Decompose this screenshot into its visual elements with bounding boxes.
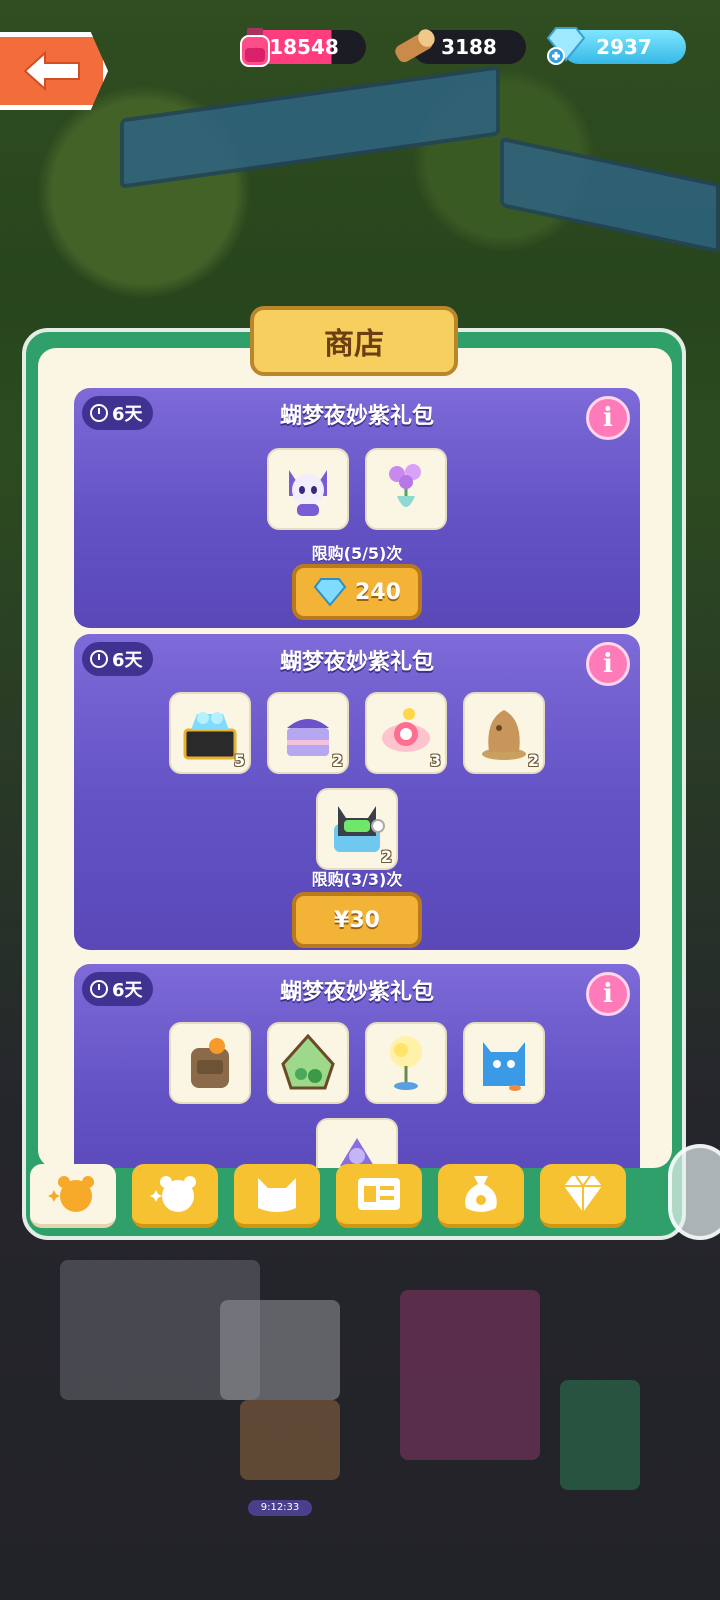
wood-value: 3188 — [441, 35, 497, 59]
purple-crystal-icon — [340, 1138, 374, 1166]
wood-log-icon — [395, 29, 435, 63]
money-bag-icon — [465, 1176, 497, 1212]
bear-sparkle-icon — [150, 1176, 196, 1212]
item-quantity: 3 — [429, 751, 441, 770]
gift-pack-card: 6天 蝴梦夜妙紫礼包 i — [74, 964, 640, 1168]
id-card-icon — [358, 1178, 400, 1210]
diamond-value: 2937 — [596, 35, 652, 59]
pack-items: 5 2 3 2 2 — [157, 692, 557, 870]
shop-panel: 6天 蝴梦夜妙紫礼包 i 限购(5/5)次 240 6天 蝴梦夜妙紫礼包 i 5… — [22, 328, 686, 1240]
diamond-icon — [313, 578, 347, 607]
purple-cat-doll-icon — [289, 470, 327, 516]
pack-item[interactable] — [463, 1022, 545, 1104]
tab-cat[interactable] — [234, 1164, 320, 1228]
glowing-tree-lamp-icon — [390, 1036, 422, 1090]
cat-face-icon — [258, 1178, 296, 1212]
pack-items — [157, 1022, 557, 1168]
item-quantity: 5 — [233, 751, 245, 770]
wood-counter[interactable]: 3188 — [395, 29, 526, 64]
price-label: 240 — [355, 579, 401, 605]
pack-item[interactable]: 2 — [267, 692, 349, 774]
potion-counter[interactable]: 18548 — [240, 28, 366, 67]
pack-title: 蝴梦夜妙紫礼包 — [279, 650, 434, 675]
back-arrow-icon — [23, 50, 80, 92]
purple-flower-vase-icon — [389, 464, 421, 507]
pack-item[interactable] — [365, 1022, 447, 1104]
pack-item[interactable] — [316, 1118, 398, 1168]
side-menu-button[interactable] — [668, 1144, 720, 1240]
info-button[interactable]: i — [586, 642, 630, 686]
potion-value: 18548 — [269, 35, 339, 59]
pack-item[interactable] — [267, 1022, 349, 1104]
world-timer: 9:12:33 — [248, 1500, 312, 1516]
pack-item[interactable]: 2 — [316, 788, 398, 870]
info-button[interactable]: i — [586, 972, 630, 1016]
back-button[interactable] — [0, 32, 108, 110]
pack-item[interactable] — [365, 448, 447, 530]
purchase-limit: 限购(3/3)次 — [311, 870, 403, 889]
shop-tab-bar — [30, 1164, 646, 1228]
pack-title: 蝴梦夜妙紫礼包 — [279, 980, 434, 1005]
pink-potion-icon — [240, 28, 270, 67]
green-terrarium-icon — [281, 1033, 335, 1090]
purchase-limit: 限购(5/5)次 — [311, 544, 403, 563]
tab-featured-bear[interactable] — [30, 1164, 116, 1228]
pack-title: 蝴梦夜妙紫礼包 — [279, 404, 434, 429]
tab-bag[interactable] — [438, 1164, 524, 1228]
diamond-icon — [564, 1175, 602, 1212]
pack-items — [74, 448, 640, 530]
diamond-counter[interactable]: 2937 — [546, 27, 686, 65]
blue-cat-box-icon — [483, 1042, 525, 1091]
info-button[interactable]: i — [586, 396, 630, 440]
buy-button[interactable]: ¥30 — [292, 892, 422, 948]
item-quantity: 2 — [380, 847, 392, 866]
shop-title: 商店 — [250, 306, 458, 376]
buy-button[interactable]: 240 — [292, 564, 422, 620]
tab-card[interactable] — [336, 1164, 422, 1228]
orange-backpack-icon — [191, 1038, 229, 1088]
pack-item[interactable] — [169, 1022, 251, 1104]
pack-item[interactable]: 3 — [365, 692, 447, 774]
item-quantity: 2 — [331, 751, 343, 770]
price-label: ¥30 — [334, 907, 380, 933]
pack-item[interactable] — [267, 448, 349, 530]
tab-bear[interactable] — [132, 1164, 218, 1228]
tab-diamond[interactable] — [540, 1164, 626, 1228]
item-quantity: 2 — [527, 751, 539, 770]
gift-pack-card: 6天 蝴梦夜妙紫礼包 i — [74, 388, 640, 628]
bear-sparkle-icon — [48, 1176, 94, 1212]
blue-diamond-plus-icon — [546, 27, 586, 65]
gift-pack-card: 6天 蝴梦夜妙紫礼包 i 5 2 3 2 2 限购(3/3)次 ¥30 — [74, 634, 640, 950]
shop-content: 6天 蝴梦夜妙紫礼包 i 限购(5/5)次 240 6天 蝴梦夜妙紫礼包 i 5… — [38, 348, 672, 1168]
pack-item[interactable]: 5 — [169, 692, 251, 774]
pack-item[interactable]: 2 — [463, 692, 545, 774]
